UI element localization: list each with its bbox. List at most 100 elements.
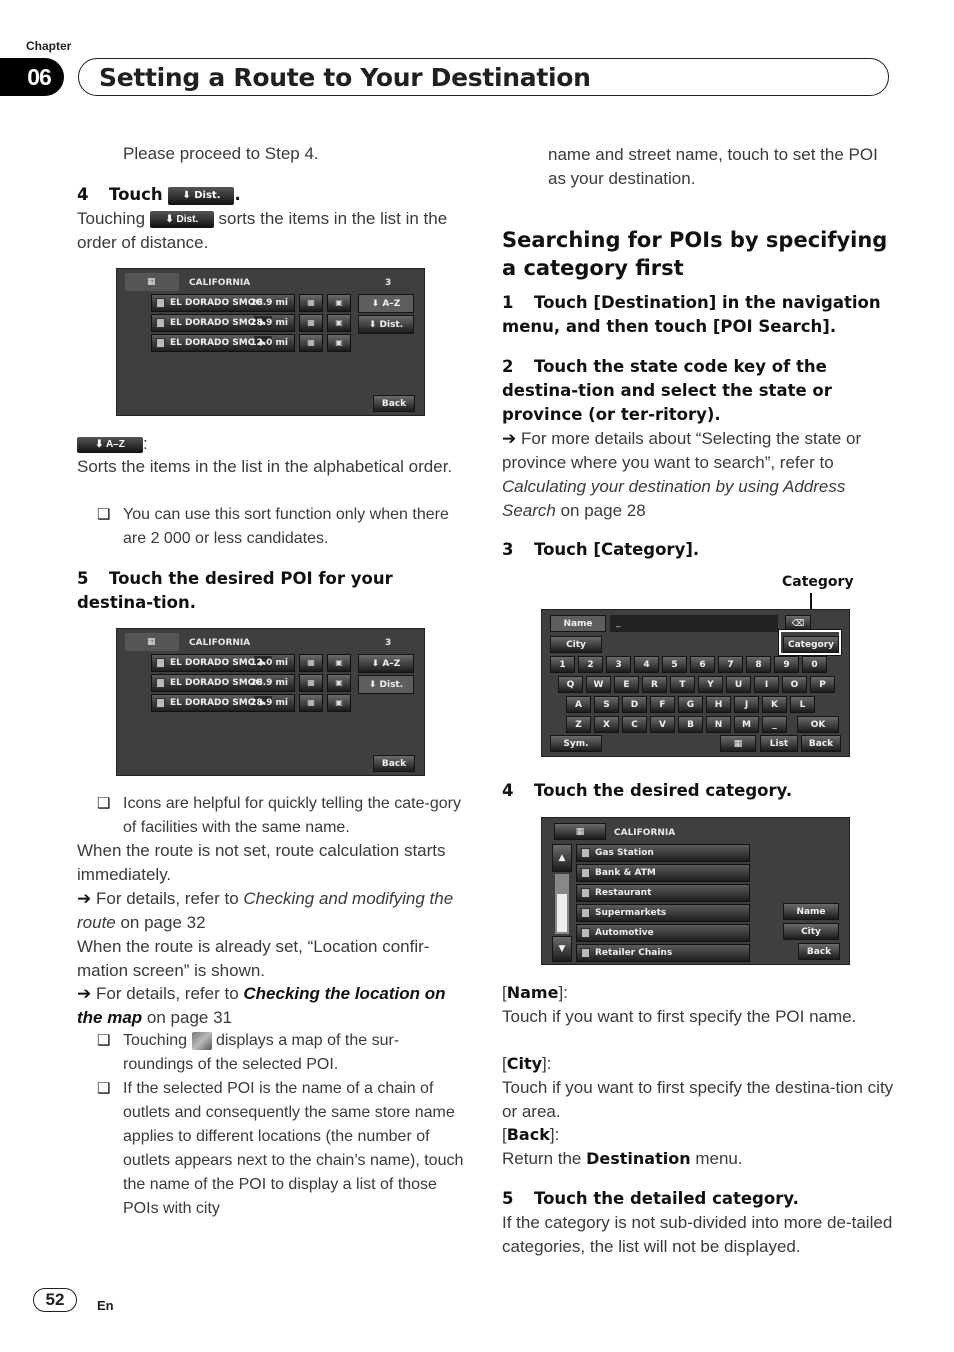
back-button[interactable]: Back	[801, 735, 841, 752]
poi-name: EL DORADO SMOG	[170, 338, 263, 348]
scroll-up-button[interactable]: ▲	[552, 844, 572, 872]
category-icon	[581, 908, 590, 918]
map-view-button[interactable]: ▦	[299, 694, 323, 712]
key-b[interactable]: B	[678, 716, 703, 733]
scroll-down-button[interactable]: ▼	[552, 936, 572, 962]
name-input[interactable]: _	[610, 615, 778, 632]
sort-az-button[interactable]: ⬇ A–Z	[358, 654, 414, 673]
category-item[interactable]: Gas Station	[576, 844, 750, 862]
key-7[interactable]: 7	[718, 656, 743, 673]
key-y[interactable]: Y	[698, 676, 723, 693]
key-h[interactable]: H	[706, 696, 731, 713]
route-not-set-text: When the route is not set, route calcula…	[77, 841, 446, 884]
poi-row[interactable]: EL DORADO SMOG ▶ 28.9 mi	[151, 694, 295, 712]
city-explain: [City]: Touch if you want to first speci…	[502, 1052, 894, 1124]
key-z[interactable]: Z	[566, 716, 591, 733]
chapter-label: Chapter	[26, 39, 72, 53]
name-button[interactable]: Name	[783, 903, 839, 920]
poi-row[interactable]: EL DORADO SMOG ▶ 12.0 mi	[151, 654, 295, 672]
category-item[interactable]: Automotive	[576, 924, 750, 942]
city-button[interactable]: City	[783, 923, 839, 940]
category-icon	[581, 868, 590, 878]
back-explain: [Back]: Return the Destination menu.	[502, 1125, 743, 1168]
city-button[interactable]: City	[550, 636, 602, 653]
category-icon-button[interactable]: ▣	[327, 294, 351, 312]
key-o[interactable]: O	[782, 676, 807, 693]
name-tab-button[interactable]: Name	[550, 615, 606, 632]
map-view-button[interactable]: ▦	[299, 294, 323, 312]
map-view-button[interactable]: ▦	[554, 823, 606, 840]
key-space[interactable]: _	[762, 716, 787, 733]
key-s[interactable]: S	[594, 696, 619, 713]
key-g[interactable]: G	[678, 696, 703, 713]
key-5[interactable]: 5	[662, 656, 687, 673]
poi-row[interactable]: EL DORADO SMOG ▶ 28.9 mi	[151, 314, 295, 332]
category-icon-button[interactable]: ▣	[327, 674, 351, 692]
key-3[interactable]: 3	[606, 656, 631, 673]
map-view-button[interactable]: ▦	[720, 735, 756, 752]
sort-az-button[interactable]: ⬇ A–Z	[358, 294, 414, 313]
category-label: Bank & ATM	[595, 868, 656, 878]
map-view-button[interactable]: ▦	[299, 334, 323, 352]
key-i[interactable]: I	[754, 676, 779, 693]
category-item[interactable]: Bank & ATM	[576, 864, 750, 882]
key-v[interactable]: V	[650, 716, 675, 733]
key-6[interactable]: 6	[690, 656, 715, 673]
key-d[interactable]: D	[622, 696, 647, 713]
key-m[interactable]: M	[734, 716, 759, 733]
key-1[interactable]: 1	[550, 656, 575, 673]
key-u[interactable]: U	[726, 676, 751, 693]
category-item[interactable]: Restaurant	[576, 884, 750, 902]
poi-name: EL DORADO SMOG	[170, 318, 263, 328]
poi-icon	[156, 678, 165, 688]
poi-row[interactable]: EL DORADO SMOG 28.9 mi	[151, 674, 295, 692]
category-item[interactable]: Supermarkets	[576, 904, 750, 922]
map-view-button[interactable]: ▦	[299, 654, 323, 672]
key-a[interactable]: A	[566, 696, 591, 713]
callout-label: Category	[782, 574, 854, 590]
category-icon-button[interactable]: ▣	[327, 334, 351, 352]
city-term: City	[506, 1054, 543, 1073]
ref-link[interactable]: Calculating your destination by using Ad…	[502, 477, 845, 520]
key-8[interactable]: 8	[746, 656, 771, 673]
ok-button[interactable]: OK	[797, 716, 839, 733]
key-q[interactable]: Q	[558, 676, 583, 693]
map-view-button[interactable]: ▦	[299, 674, 323, 692]
map-view-button[interactable]: ▦	[299, 314, 323, 332]
back-button[interactable]: Back	[373, 755, 415, 772]
key-c[interactable]: C	[622, 716, 647, 733]
key-0[interactable]: 0	[802, 656, 827, 673]
key-j[interactable]: J	[734, 696, 759, 713]
key-e[interactable]: E	[614, 676, 639, 693]
key-4[interactable]: 4	[634, 656, 659, 673]
sort-dist-button[interactable]: ⬇ Dist.	[358, 315, 414, 334]
key-w[interactable]: W	[586, 676, 611, 693]
back-label: Back	[381, 758, 407, 769]
key-x[interactable]: X	[594, 716, 619, 733]
poi-row[interactable]: EL DORADO SMOG 28.9 mi	[151, 294, 295, 312]
back-button[interactable]: Back	[798, 943, 840, 960]
category-icon-button[interactable]: ▣	[327, 654, 351, 672]
sym-button[interactable]: Sym.	[550, 735, 602, 752]
checkbox-bullet-icon: ❑	[97, 795, 111, 812]
scrollbar-thumb[interactable]	[557, 894, 567, 932]
list-button[interactable]: List	[760, 735, 798, 752]
key-f[interactable]: F	[650, 696, 675, 713]
key-9[interactable]: 9	[774, 656, 799, 673]
poi-row[interactable]: EL DORADO SMOG ▶ 12.0 mi	[151, 334, 295, 352]
back-button[interactable]: Back	[373, 395, 415, 412]
category-item[interactable]: Retailer Chains	[576, 944, 750, 962]
key-k[interactable]: K	[762, 696, 787, 713]
sort-dist-button[interactable]: ⬇ Dist.	[358, 675, 414, 694]
key-2[interactable]: 2	[578, 656, 603, 673]
key-t[interactable]: T	[670, 676, 695, 693]
category-icon-button[interactable]: ▣	[327, 694, 351, 712]
key-l[interactable]: L	[790, 696, 815, 713]
key-r[interactable]: R	[642, 676, 667, 693]
back-term: Back	[506, 1125, 550, 1144]
key-p[interactable]: P	[810, 676, 835, 693]
category-icon-button[interactable]: ▣	[327, 314, 351, 332]
key-n[interactable]: N	[706, 716, 731, 733]
note-text: Icons are helpful for quickly telling th…	[123, 795, 461, 836]
step-text: Touch the detailed category.	[534, 1189, 799, 1208]
